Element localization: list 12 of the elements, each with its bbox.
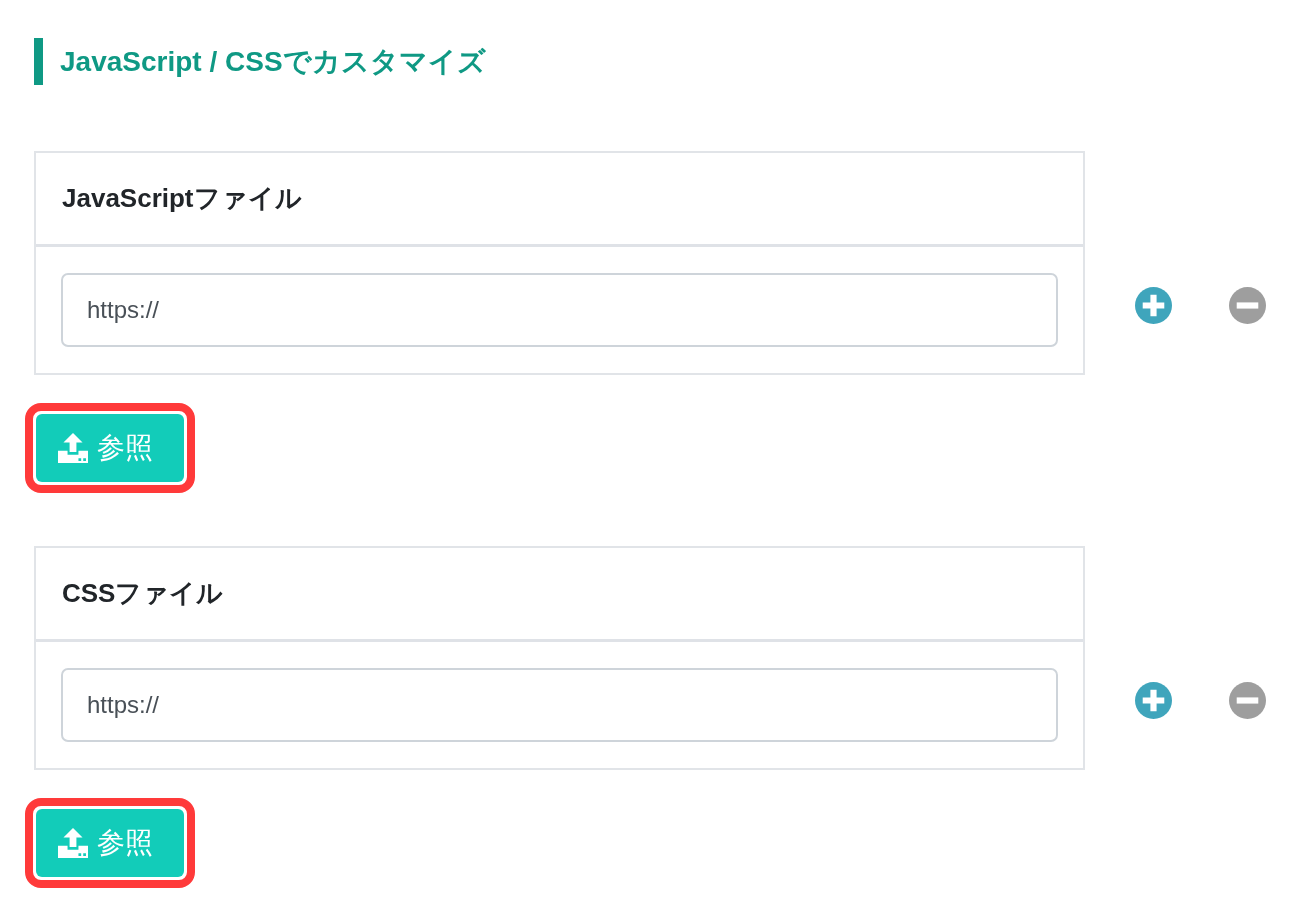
- minus-circle-icon[interactable]: [1229, 682, 1266, 719]
- minus-circle-icon[interactable]: [1229, 287, 1266, 324]
- url-input[interactable]: https://: [61, 668, 1058, 742]
- upload-icon: [58, 433, 88, 463]
- card-title: JavaScriptファイル: [62, 182, 302, 215]
- plus-circle-icon[interactable]: [1135, 287, 1172, 324]
- url-input[interactable]: https://: [61, 273, 1058, 347]
- section-heading: JavaScript / CSSでカスタマイズ: [60, 44, 486, 79]
- card-title: CSSファイル: [62, 577, 224, 610]
- upload-icon: [58, 828, 88, 858]
- plus-circle-icon[interactable]: [1135, 682, 1172, 719]
- heading-accent-bar: [34, 38, 43, 85]
